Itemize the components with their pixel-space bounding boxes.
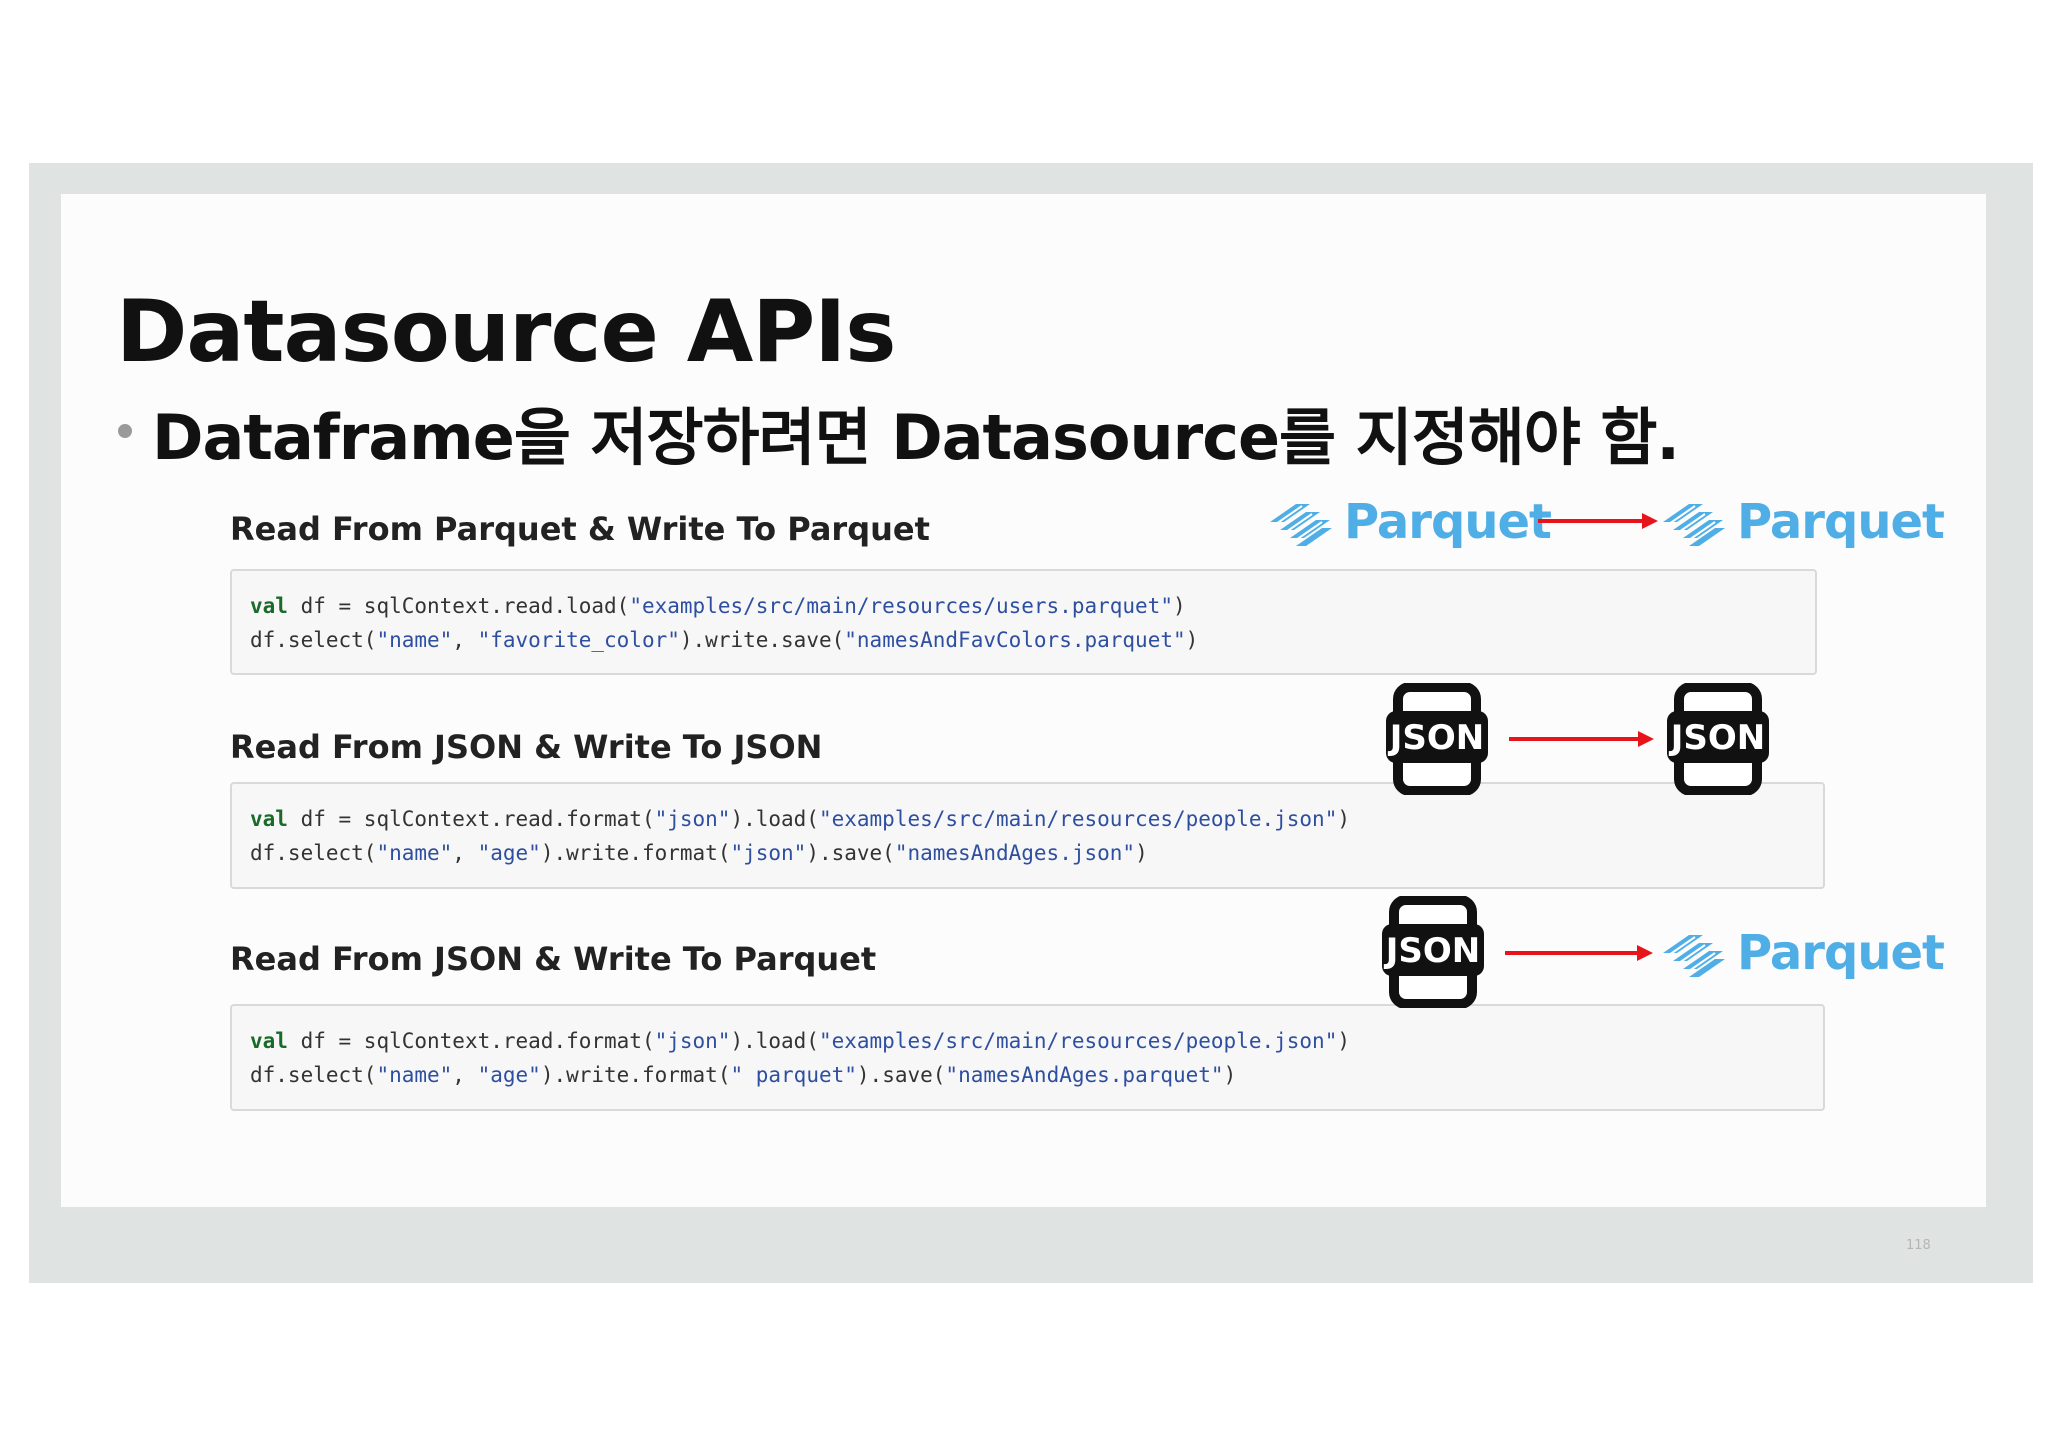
- right-arrow-icon: [1505, 945, 1653, 961]
- flow-arrow: [1505, 943, 1653, 963]
- code-block-json-to-json: val df = sqlContext.read.format("json").…: [230, 782, 1825, 889]
- code-block-parquet-to-parquet: val df = sqlContext.read.load("examples/…: [230, 569, 1817, 675]
- json-file-icon: JSON: [1665, 683, 1771, 795]
- code-line: df.select("name", "age").write.format("j…: [250, 841, 1148, 865]
- slide-title: Datasource APIs: [116, 282, 896, 382]
- right-arrow-icon: [1509, 731, 1654, 747]
- flow-arrow: [1509, 729, 1654, 749]
- code-block-json-to-parquet: val df = sqlContext.read.format("json").…: [230, 1004, 1825, 1111]
- svg-text:JSON: JSON: [1384, 931, 1481, 971]
- code-line: df.select("name", "favorite_color").writ…: [250, 628, 1199, 652]
- code-line: val df = sqlContext.read.format("json").…: [250, 807, 1350, 831]
- parquet-logo-source: Parquet: [1266, 494, 1552, 550]
- bullet-dot: [118, 424, 132, 438]
- svg-text:JSON: JSON: [1388, 718, 1485, 758]
- right-arrow-icon: [1538, 513, 1658, 529]
- section-label-parquet-to-parquet: Read From Parquet & Write To Parquet: [230, 510, 930, 548]
- code-line: val df = sqlContext.read.load("examples/…: [250, 594, 1186, 618]
- parquet-logo-target: Parquet: [1659, 925, 1945, 981]
- svg-text:JSON: JSON: [1669, 718, 1766, 758]
- json-file-icon: JSON: [1380, 896, 1486, 1008]
- bullet-text: Dataframe을 저장하려면 Datasource를 지정해야 함.: [152, 401, 1680, 474]
- page-number: 118: [1906, 1238, 1931, 1253]
- json-file-icon: JSON: [1384, 683, 1490, 795]
- parquet-logo-icon: [1663, 504, 1725, 546]
- section-label-json-to-parquet: Read From JSON & Write To Parquet: [230, 940, 877, 978]
- parquet-logo-target: Parquet: [1659, 494, 1945, 550]
- code-line: df.select("name", "age").write.format(" …: [250, 1063, 1237, 1087]
- parquet-logo-icon: [1663, 935, 1725, 977]
- parquet-logo-icon: [1270, 504, 1332, 546]
- flow-arrow: [1538, 511, 1658, 531]
- section-label-json-to-json: Read From JSON & Write To JSON: [230, 728, 823, 766]
- code-line: val df = sqlContext.read.format("json").…: [250, 1029, 1350, 1053]
